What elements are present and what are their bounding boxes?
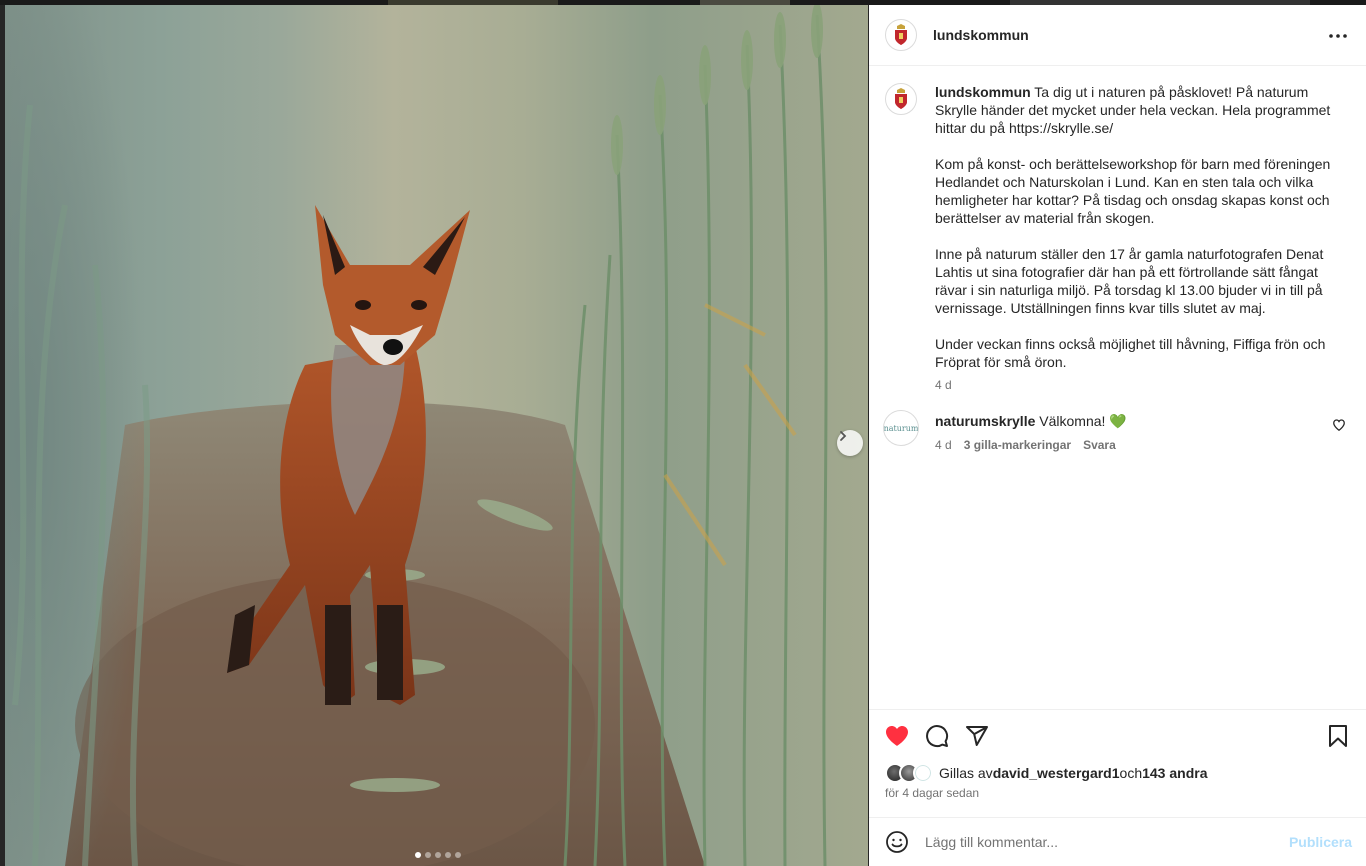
- carousel-dot: [455, 852, 461, 858]
- post-author-username[interactable]: lundskommun: [933, 27, 1029, 43]
- caption-timestamp[interactable]: 4 d: [935, 378, 1350, 392]
- likes-summary: Gillas av david_westergard1 och 143 andr…: [885, 762, 1350, 784]
- reply-button[interactable]: Svara: [1083, 438, 1116, 452]
- comment-item: naturum naturumskrylle Välkomna! 💚 4 d 3…: [883, 410, 1350, 452]
- comment-icon: [926, 725, 949, 748]
- post-detail-panel: lundskommun lundskommun Ta dig ut i natu…: [869, 5, 1366, 866]
- carousel-dot: [445, 852, 451, 858]
- comment-button[interactable]: [925, 724, 949, 748]
- post-actions: Gillas av david_westergard1 och 143 andr…: [869, 709, 1366, 800]
- chevron-right-icon: [840, 431, 847, 441]
- comment-input[interactable]: [925, 834, 1265, 850]
- profile-avatar[interactable]: [885, 19, 917, 51]
- share-button[interactable]: [965, 724, 989, 748]
- post-header: lundskommun: [869, 5, 1366, 66]
- comment-avatar[interactable]: naturum: [883, 410, 919, 446]
- comment-timestamp[interactable]: 4 d: [935, 438, 952, 452]
- comment-meta: 4 d 3 gilla-markeringar Svara: [935, 438, 1335, 452]
- carousel-dot: [425, 852, 431, 858]
- coat-of-arms-logo: [895, 24, 907, 45]
- carousel-dot: [415, 852, 421, 858]
- comment-text: naturumskrylle Välkomna! 💚: [935, 412, 1335, 430]
- fox-photo: [5, 5, 828, 866]
- more-horizontal-icon: [1329, 34, 1347, 38]
- carousel-indicator: [415, 852, 461, 858]
- share-icon: [966, 726, 988, 746]
- naturum-logo: naturum: [883, 423, 919, 433]
- caption-avatar[interactable]: [885, 83, 917, 115]
- emoji-smile-icon[interactable]: [885, 830, 909, 854]
- bookmark-icon: [1329, 725, 1347, 747]
- post-date[interactable]: för 4 dagar sedan: [885, 786, 1350, 800]
- caption-username[interactable]: lundskommun: [935, 84, 1031, 100]
- like-comment-heart-icon[interactable]: [1332, 418, 1346, 432]
- caption-text: lundskommun Ta dig ut i naturen på påskl…: [935, 83, 1350, 371]
- add-comment-bar: Publicera: [869, 817, 1366, 866]
- more-options-button[interactable]: [1326, 24, 1350, 48]
- first-liker-username[interactable]: david_westergard1: [993, 765, 1120, 781]
- liker-avatars[interactable]: [885, 763, 933, 783]
- comment-likes-count[interactable]: 3 gilla-markeringar: [964, 438, 1071, 452]
- comment-username[interactable]: naturumskrylle: [935, 413, 1035, 429]
- save-button[interactable]: [1326, 724, 1350, 748]
- comment-content: Välkomna! 💚: [1035, 413, 1127, 429]
- action-icons: [885, 710, 1350, 762]
- coat-of-arms-logo: [895, 88, 907, 109]
- caption-content: Ta dig ut i naturen på påsklovet! På nat…: [935, 84, 1331, 370]
- heart-filled-icon: [886, 726, 908, 746]
- likes-joiner: och: [1119, 765, 1143, 781]
- caption: lundskommun Ta dig ut i naturen på påskl…: [885, 83, 1350, 392]
- likes-prefix: Gillas av: [939, 765, 993, 781]
- liker-avatar: [913, 763, 933, 783]
- others-likes-count[interactable]: 143 andra: [1142, 765, 1207, 781]
- carousel-dot: [435, 852, 441, 858]
- comments-section[interactable]: lundskommun Ta dig ut i naturen på påskl…: [869, 67, 1366, 709]
- carousel-next-button[interactable]: [837, 430, 863, 456]
- post-image[interactable]: [5, 5, 868, 866]
- like-button[interactable]: [885, 724, 909, 748]
- publish-button[interactable]: Publicera: [1289, 834, 1352, 850]
